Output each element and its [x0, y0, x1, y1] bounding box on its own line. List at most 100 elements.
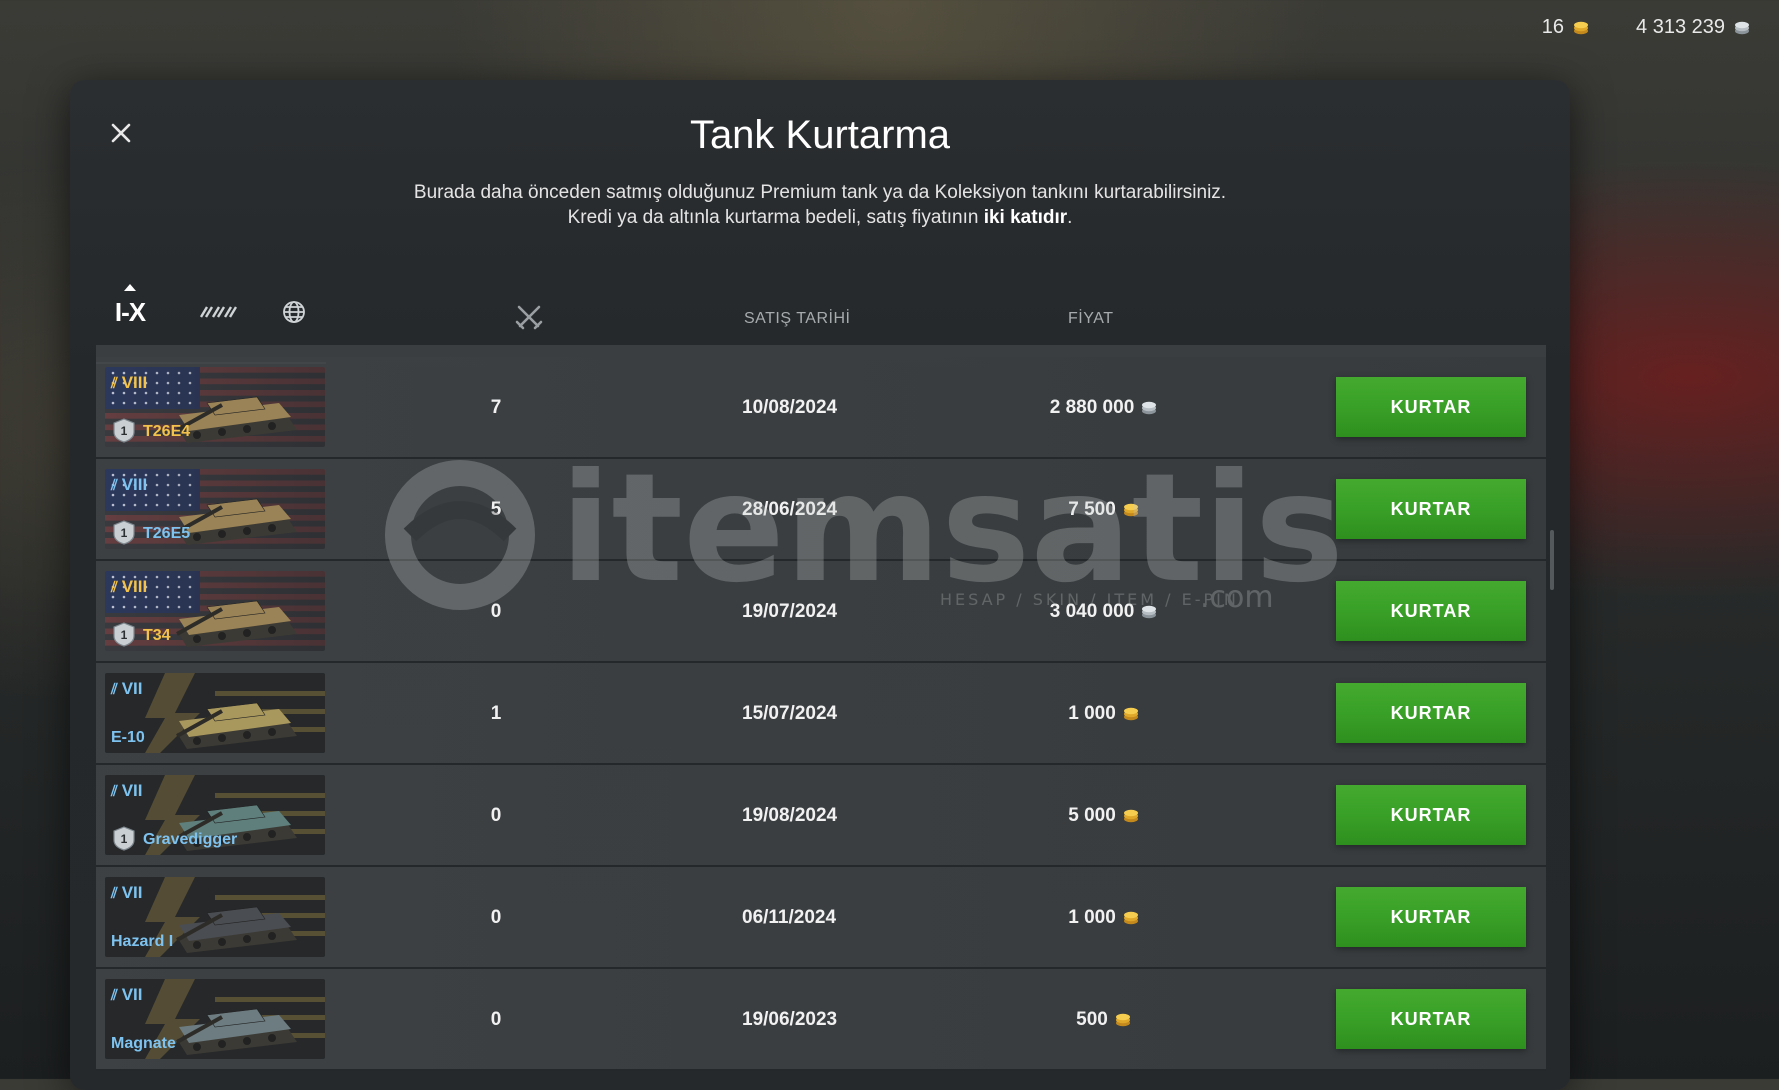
globe-icon[interactable]	[276, 292, 312, 332]
recover-button[interactable]: KURTAR	[1336, 989, 1526, 1049]
description-bold: iki katıdır	[983, 207, 1068, 228]
tank-thumbnail: ⫽ VII 1 Gravedigger	[105, 775, 325, 855]
recover-button[interactable]: KURTAR	[1336, 683, 1526, 743]
tank-thumbnail: ⫽ VIII 1 T26E5	[105, 469, 325, 549]
tank-row: ⫽ VII Magnate 0 19/06/2023 500 KURTAR	[96, 969, 1546, 1071]
sort-caret-icon	[124, 284, 136, 291]
tank-name: Hazard I	[111, 933, 174, 950]
credits-amount: 4 313 239	[1636, 16, 1725, 38]
description-suffix: .	[1067, 207, 1073, 228]
gold-balance: 16	[1542, 16, 1590, 39]
battles-count: 0	[490, 1009, 502, 1030]
gold-coin-icon	[1114, 1011, 1132, 1029]
tier-label: ⫽ VIII	[111, 577, 147, 597]
dialog-title: Tank Kurtarma	[689, 113, 951, 157]
mastery-badge-icon: 1	[111, 621, 137, 647]
price: 500	[1016, 1009, 1192, 1031]
list-scrollbar[interactable]	[1550, 530, 1554, 590]
svg-text:1: 1	[121, 526, 128, 540]
battles-count: 1	[490, 703, 502, 724]
premium-chevron-icon: ⫽	[111, 374, 118, 392]
tank-name: E-10	[111, 729, 145, 746]
premium-chevron-icon: ⫽	[111, 476, 118, 494]
price-amount: 5 000	[1068, 805, 1116, 826]
sale-date: 28/06/2024	[742, 499, 838, 520]
sale-date: 06/11/2024	[742, 907, 837, 928]
tank-row: ⫽ VIII 1 T34 0 19/07/2024 3 040 000 KURT…	[96, 561, 1546, 663]
price: 1 000	[1016, 703, 1192, 725]
description-text: Kredi ya da altınla kurtarma bedeli, sat…	[567, 207, 984, 228]
tier-label: ⫽ VII	[111, 985, 143, 1005]
gold-coin-icon	[1122, 705, 1140, 723]
tank-thumbnail: ⫽ VII Hazard I	[105, 877, 325, 957]
tank-row: ⫽ VIII 1 T26E4 7 10/08/2024 2 880 000 KU…	[96, 357, 1546, 459]
gold-coin-icon	[1122, 909, 1140, 927]
tank-type-icon[interactable]	[194, 292, 240, 332]
battles-count: 5	[490, 499, 502, 520]
premium-chevron-icon: ⫽	[111, 782, 118, 800]
mastery-badge-icon: 1	[111, 825, 137, 851]
tank-row: ⫽ VIII 1 T26E5 5 28/06/2024 7 500 KURTAR	[96, 459, 1546, 561]
credits-balance: 4 313 239	[1636, 16, 1751, 39]
price-amount: 3 040 000	[1049, 601, 1135, 622]
price: 3 040 000	[1016, 601, 1192, 623]
price-amount: 1 000	[1068, 703, 1116, 724]
description-line-2: Kredi ya da altınla kurtarma bedeli, sat…	[70, 205, 1570, 230]
tank-row: ⫽ VII 1 Gravedigger 0 19/08/2024 5 000 K…	[96, 765, 1546, 867]
tier-number: VIII	[121, 475, 148, 494]
gold-amount: 16	[1541, 16, 1565, 38]
battles-count: 0	[490, 907, 502, 928]
recover-button[interactable]: KURTAR	[1336, 785, 1526, 845]
price: 2 880 000	[1016, 397, 1192, 419]
recover-button[interactable]: KURTAR	[1336, 377, 1526, 437]
silver-credits-icon	[1140, 399, 1158, 417]
sale-date: 19/07/2024	[742, 601, 838, 622]
tank-thumbnail: ⫽ VII Magnate	[105, 979, 325, 1059]
gold-coin-icon	[1122, 807, 1140, 825]
price-amount: 7 500	[1068, 499, 1116, 520]
tier-number: VII	[121, 781, 143, 800]
description-line-1: Burada daha önceden satmış olduğunuz Pre…	[413, 182, 1227, 203]
tier-number: VII	[121, 679, 143, 698]
tier-label: ⫽ VII	[111, 679, 143, 699]
recover-button[interactable]: KURTAR	[1336, 581, 1526, 641]
sale-date: 10/08/2024	[742, 397, 838, 418]
tier-label: ⫽ VII	[111, 883, 143, 903]
table-header: I-X SATIŞ TARİHİ FİYAT	[96, 270, 1546, 364]
recover-button[interactable]: KURTAR	[1336, 479, 1526, 539]
svg-text:1: 1	[121, 628, 128, 642]
tank-list[interactable]: ⫽ VIII 1 T26E4 7 10/08/2024 2 880 000 KU…	[96, 345, 1546, 1090]
tier-label: ⫽ VIII	[111, 475, 147, 495]
price-amount: 500	[1076, 1009, 1108, 1030]
tank-row: ⫽ VII Hazard I 0 06/11/2024 1 000 KURTAR	[96, 867, 1546, 969]
tier-number: VII	[121, 883, 143, 902]
tier-number: VIII	[121, 577, 148, 596]
gold-coin-icon	[1122, 501, 1140, 519]
premium-chevron-icon: ⫽	[111, 680, 118, 698]
column-price[interactable]: FİYAT	[1068, 310, 1113, 328]
tank-name: T26E4	[143, 423, 191, 440]
gold-coin-icon	[1572, 19, 1590, 37]
battles-count: 0	[490, 805, 502, 826]
price: 7 500	[1016, 499, 1192, 521]
tank-name: T26E5	[143, 525, 191, 542]
column-sale-date[interactable]: SATIŞ TARİHİ	[744, 310, 850, 328]
mastery-badge-icon: 1	[111, 417, 137, 443]
recover-button[interactable]: KURTAR	[1336, 887, 1526, 947]
premium-chevron-icon: ⫽	[111, 884, 118, 902]
tier-label: ⫽ VIII	[111, 373, 147, 393]
premium-chevron-icon: ⫽	[111, 578, 118, 596]
price-amount: 2 880 000	[1049, 397, 1135, 418]
tier-number: VIII	[121, 373, 148, 392]
price-amount: 1 000	[1068, 907, 1116, 928]
tier-sort-filter[interactable]: I-X	[110, 284, 150, 332]
price: 1 000	[1016, 907, 1192, 929]
tier-label: ⫽ VII	[111, 781, 143, 801]
dialog-description: Burada daha önceden satmış olduğunuz Pre…	[70, 180, 1570, 230]
svg-text:1: 1	[121, 832, 128, 846]
sale-date: 15/07/2024	[742, 703, 838, 724]
price: 5 000	[1016, 805, 1192, 827]
tier-number: VII	[121, 985, 143, 1004]
tank-thumbnail: ⫽ VIII 1 T26E4	[105, 367, 325, 447]
battles-count: 7	[490, 397, 502, 418]
